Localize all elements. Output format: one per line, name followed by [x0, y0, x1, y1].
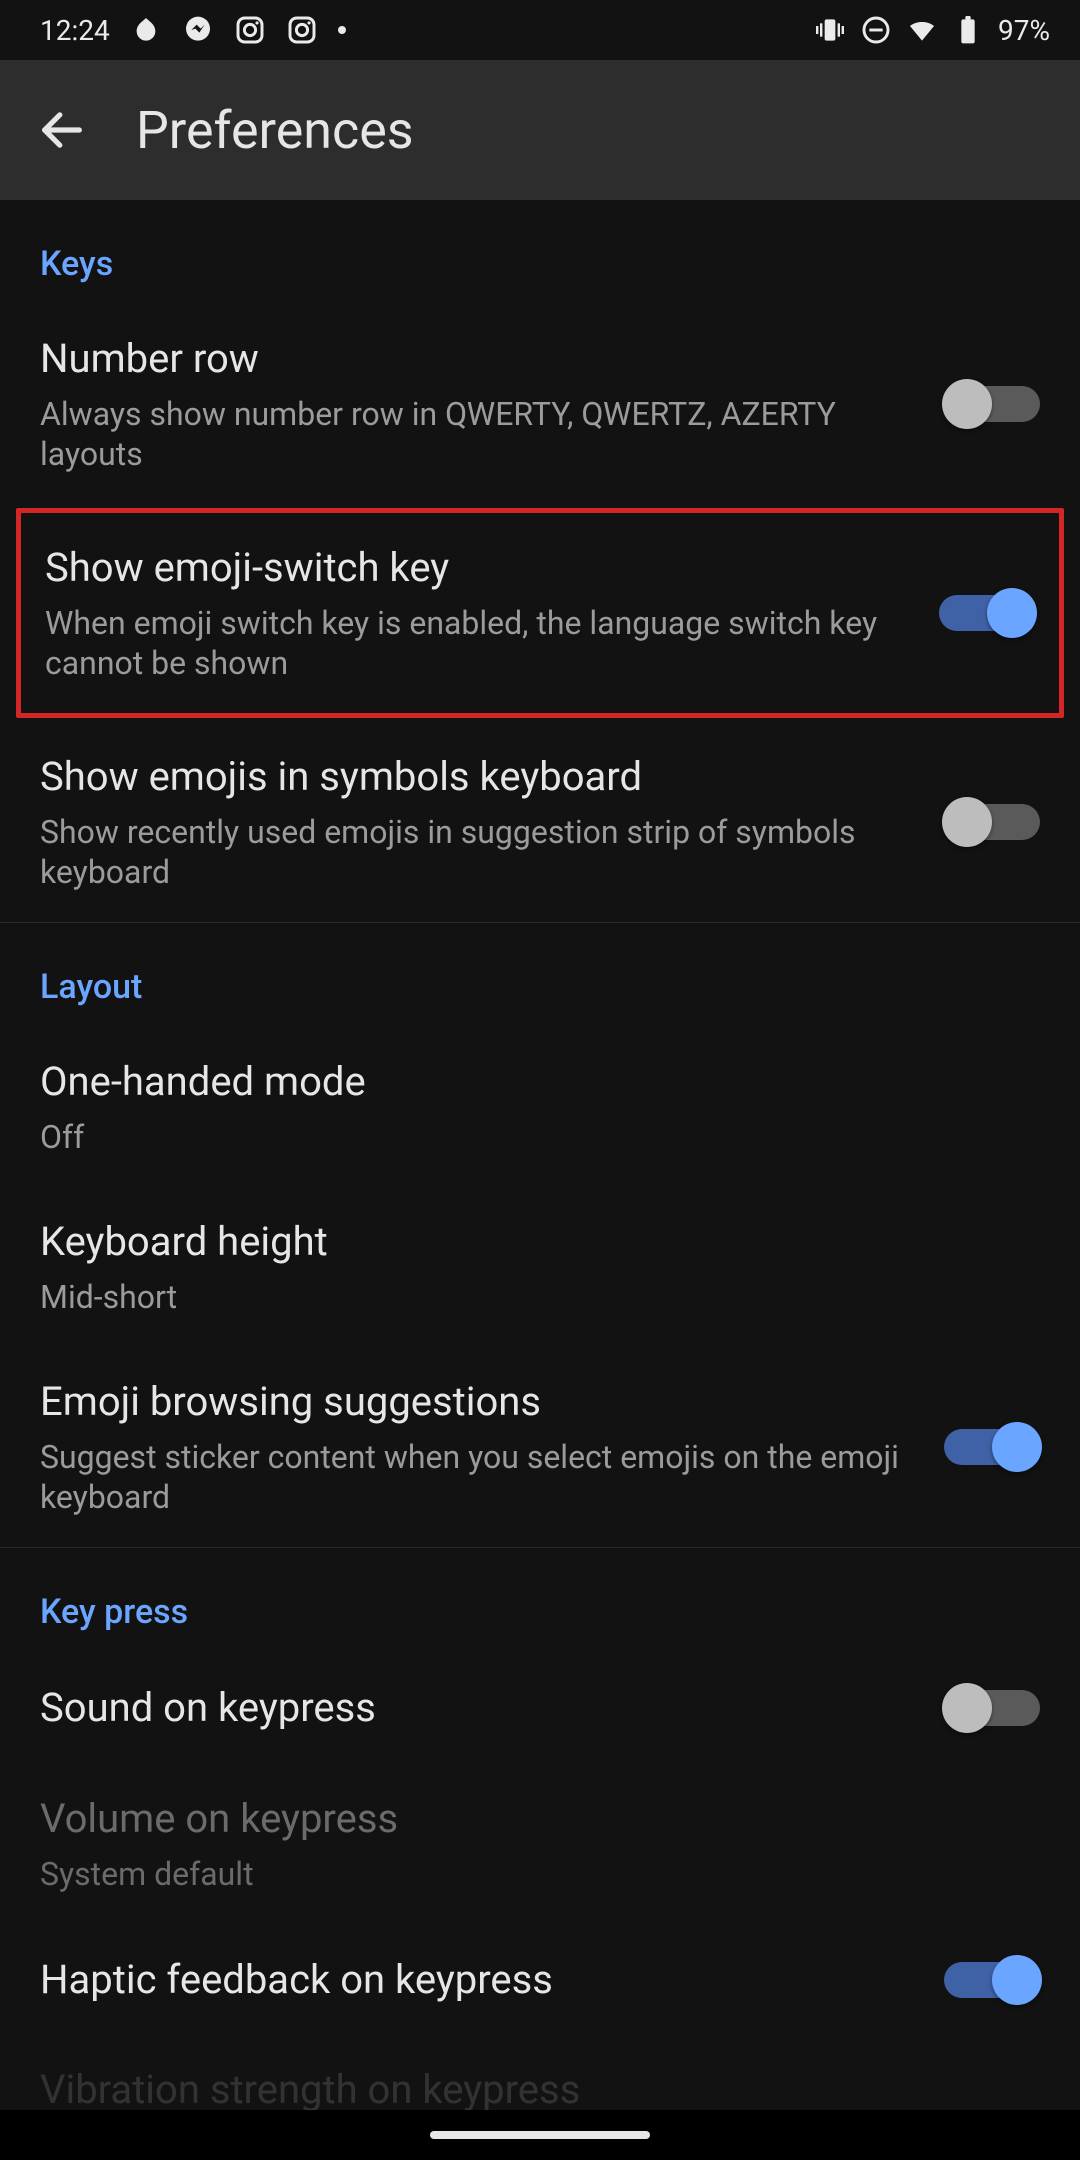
highlight-box: Show emoji-switch key When emoji switch … [16, 508, 1064, 718]
row-haptic-feedback[interactable]: Haptic feedback on keypress [0, 1924, 1080, 2036]
battery-percent: 97% [998, 14, 1050, 47]
row-emoji-browsing-suggestions[interactable]: Emoji browsing suggestions Suggest stick… [0, 1347, 1080, 1547]
app-bar: Preferences [0, 60, 1080, 200]
status-time: 12:24 [40, 14, 110, 47]
row-subtitle: Suggest sticker content when you select … [40, 1437, 914, 1517]
row-subtitle: System default [40, 1854, 1010, 1894]
row-title: Sound on keypress [40, 1683, 914, 1733]
section-header-layout: Layout [0, 923, 1080, 1027]
do-not-disturb-icon [860, 14, 892, 46]
row-sound-on-keypress[interactable]: Sound on keypress [0, 1652, 1080, 1764]
row-emoji-switch-key[interactable]: Show emoji-switch key When emoji switch … [21, 513, 1059, 713]
notification-dot-icon [338, 26, 346, 34]
toggle-emoji-switch-key[interactable] [939, 587, 1035, 639]
row-title: Show emojis in symbols keyboard [40, 752, 914, 802]
row-title: Keyboard height [40, 1217, 1010, 1267]
toggle-emoji-browsing-suggestions[interactable] [944, 1421, 1040, 1473]
row-volume-on-keypress: Volume on keypress System default [0, 1764, 1080, 1924]
row-one-handed-mode[interactable]: One-handed mode Off [0, 1027, 1080, 1187]
leaf-icon [130, 14, 162, 46]
row-subtitle: Off [40, 1117, 1010, 1157]
row-emojis-in-symbols[interactable]: Show emojis in symbols keyboard Show rec… [0, 722, 1080, 922]
row-subtitle: When emoji switch key is enabled, the la… [45, 603, 909, 683]
row-title: Show emoji-switch key [45, 543, 909, 593]
row-title: Vibration strength on keypress [40, 2066, 1040, 2113]
settings-list[interactable]: Keys Number row Always show number row i… [0, 200, 1080, 2113]
row-title: One-handed mode [40, 1057, 1010, 1107]
toggle-sound-on-keypress[interactable] [944, 1682, 1040, 1734]
battery-icon [952, 14, 984, 46]
row-title: Volume on keypress [40, 1794, 1010, 1844]
status-left: 12:24 [40, 14, 346, 47]
status-bar: 12:24 97% [0, 0, 1080, 60]
instagram-icon [286, 14, 318, 46]
toggle-number-row[interactable] [944, 378, 1040, 430]
system-nav-bar [0, 2110, 1080, 2160]
section-header-keys: Keys [0, 200, 1080, 304]
row-title: Haptic feedback on keypress [40, 1955, 914, 2005]
instagram-icon [234, 14, 266, 46]
back-icon[interactable] [36, 104, 88, 156]
wifi-icon [906, 14, 938, 46]
messenger-icon [182, 14, 214, 46]
toggle-haptic-feedback[interactable] [944, 1954, 1040, 2006]
status-right: 97% [814, 14, 1050, 47]
row-vibration-strength[interactable]: Vibration strength on keypress [0, 2036, 1080, 2113]
row-number-row[interactable]: Number row Always show number row in QWE… [0, 304, 1080, 504]
row-subtitle: Mid-short [40, 1277, 1010, 1317]
row-subtitle: Show recently used emojis in suggestion … [40, 812, 914, 892]
row-subtitle: Always show number row in QWERTY, QWERTZ… [40, 394, 914, 474]
page-title: Preferences [136, 100, 414, 161]
gesture-nav-pill-icon[interactable] [430, 2131, 650, 2139]
row-title: Emoji browsing suggestions [40, 1377, 914, 1427]
toggle-emojis-in-symbols[interactable] [944, 796, 1040, 848]
row-keyboard-height[interactable]: Keyboard height Mid-short [0, 1187, 1080, 1347]
row-title: Number row [40, 334, 914, 384]
vibrate-icon [814, 14, 846, 46]
section-header-key-press: Key press [0, 1548, 1080, 1652]
